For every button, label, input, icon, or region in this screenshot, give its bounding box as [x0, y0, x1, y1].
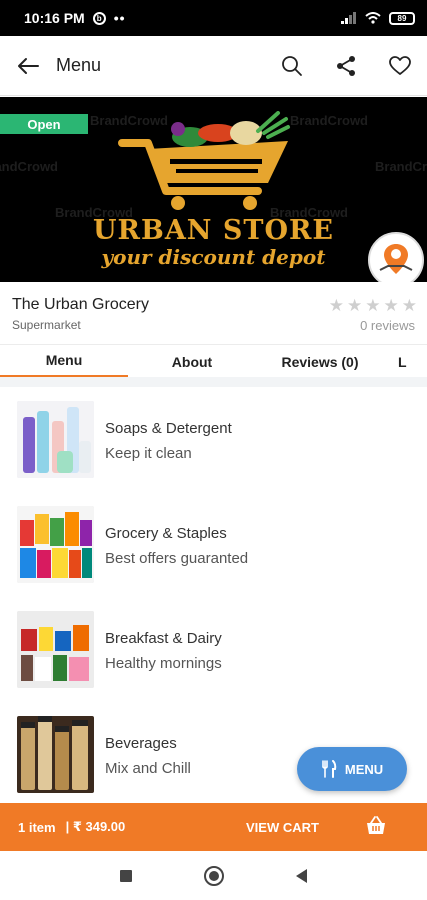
- location-pin-logo-icon: [379, 244, 413, 274]
- favorite-heart-icon[interactable]: [387, 53, 413, 79]
- star-icon: ★: [347, 296, 363, 315]
- breakfast-products-image-icon: [17, 611, 94, 688]
- category-thumbnail: [17, 716, 94, 793]
- tab-about[interactable]: About: [128, 345, 256, 378]
- category-thumbnail: [17, 506, 94, 583]
- category-subtitle: Healthy mornings: [105, 655, 222, 672]
- search-icon[interactable]: [279, 53, 305, 79]
- share-icon[interactable]: [333, 53, 359, 79]
- banner-store-title: URBAN STORE: [93, 215, 334, 246]
- back-triangle-icon[interactable]: [296, 868, 307, 883]
- signal-icon: [341, 12, 356, 24]
- tab-bar: Menu About Reviews (0) L: [0, 344, 427, 378]
- star-icon: ★: [365, 296, 381, 315]
- store-type: Supermarket: [12, 318, 81, 332]
- tab-menu[interactable]: Menu: [0, 345, 128, 378]
- notification-dots-icon: ••: [113, 10, 126, 26]
- recent-apps-icon[interactable]: [120, 869, 132, 882]
- star-icon: ★: [383, 296, 399, 315]
- open-status-badge: Open: [0, 114, 88, 134]
- list-item[interactable]: Breakfast & Dairy Healthy mornings: [0, 597, 427, 701]
- category-title: Soaps & Detergent: [105, 420, 232, 437]
- category-subtitle: Best offers guaranted: [105, 550, 249, 567]
- page-title: Menu: [56, 55, 102, 75]
- wifi-icon: [365, 12, 381, 24]
- star-icon: ★: [401, 296, 417, 315]
- soap-bottles-image-icon: [17, 401, 94, 478]
- menu-fab-button[interactable]: MENU: [297, 747, 407, 791]
- store-logo-avatar: [368, 232, 424, 288]
- category-thumbnail: [17, 401, 94, 478]
- data-saver-icon: b: [92, 11, 106, 25]
- store-banner: BrandCrowd BrandCrowd BrandCrowd BrandCr…: [0, 97, 427, 282]
- back-arrow-icon[interactable]: [14, 52, 42, 80]
- status-time: 10:16 PM: [24, 10, 85, 26]
- home-icon[interactable]: [204, 865, 224, 886]
- cart-vegetables-logo-icon: [118, 111, 290, 210]
- star-icon: ★: [328, 296, 344, 315]
- beverage-jars-image-icon: [17, 716, 94, 793]
- grocery-packets-image-icon: [17, 506, 94, 583]
- status-right: 89: [341, 11, 415, 25]
- list-item[interactable]: Grocery & Staples Best offers guaranted: [0, 492, 427, 596]
- tab-reviews[interactable]: Reviews (0): [256, 345, 384, 378]
- app-bar-actions: [279, 53, 413, 79]
- fork-knife-icon: [322, 760, 337, 778]
- shopping-basket-icon[interactable]: [365, 815, 387, 837]
- category-list: Soaps & Detergent Keep it clean Grocery …: [0, 387, 427, 803]
- category-subtitle: Mix and Chill: [105, 760, 191, 777]
- list-item[interactable]: Soaps & Detergent Keep it clean: [0, 387, 427, 491]
- category-subtitle: Keep it clean: [105, 445, 192, 462]
- view-cart-button[interactable]: VIEW CART: [246, 803, 319, 851]
- cart-total-price: | ₹ 349.00: [65, 819, 126, 834]
- app-bar: Menu: [0, 36, 427, 96]
- category-title: Beverages: [105, 735, 177, 752]
- tab-location[interactable]: L: [384, 345, 427, 378]
- divider: [0, 377, 427, 387]
- status-bar: 10:16 PM b •• 89: [0, 0, 427, 36]
- cart-summary-bar[interactable]: 1 item | ₹ 349.00 VIEW CART: [0, 803, 427, 851]
- watermark-text: BrandCrowd: [375, 159, 427, 174]
- fab-label: MENU: [344, 761, 384, 777]
- battery-icon: 89: [389, 11, 415, 25]
- cart-item-count: 1 item: [18, 819, 56, 835]
- store-info: The Urban Grocery Supermarket ★ ★ ★ ★ ★ …: [0, 282, 427, 344]
- banner-tagline: your discount depot: [101, 245, 326, 269]
- watermark-text: BrandCrowd: [0, 159, 58, 174]
- category-title: Grocery & Staples: [105, 525, 227, 542]
- reviews-count: 0 reviews: [360, 318, 415, 333]
- category-thumbnail: [17, 611, 94, 688]
- category-title: Breakfast & Dairy: [105, 630, 222, 647]
- status-left: 10:16 PM b ••: [24, 10, 126, 26]
- system-nav-bar: [0, 851, 427, 900]
- rating-stars: ★ ★ ★ ★ ★: [329, 296, 417, 316]
